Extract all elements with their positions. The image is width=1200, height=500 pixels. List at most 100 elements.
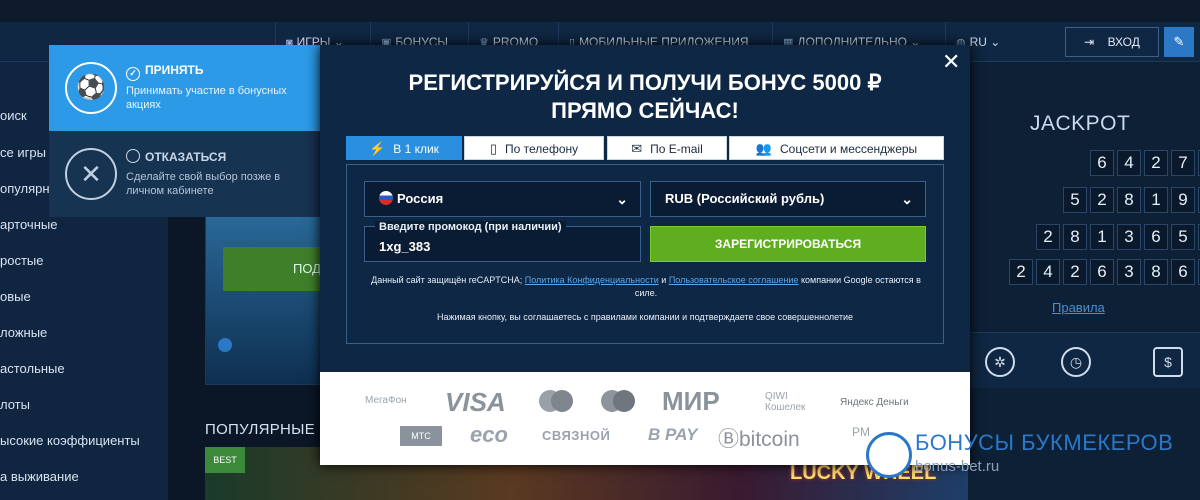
- register-button[interactable]: ЗАРЕГИСТРИРОВАТЬСЯ: [650, 226, 926, 262]
- phone-icon: ▯: [489, 141, 498, 156]
- russia-flag-icon: [379, 191, 393, 205]
- watermark-brand: БОНУСЫ БУКМЕКЕРОВ: [915, 430, 1174, 455]
- promo-code-input[interactable]: Введите промокод (при наличии) 1xg_383: [364, 221, 641, 262]
- modal-title: РЕГИСТРИРУЙСЯ И ПОЛУЧИ БОНУС 5000 ₽ ПРЯМ…: [408, 70, 882, 123]
- jackpot-digit: 2: [1144, 150, 1168, 176]
- recaptcha-notice: Данный сайт защищён reCAPTCHA; Политика …: [371, 275, 921, 298]
- jackpot-digit: 2: [1036, 224, 1060, 250]
- registration-tabs: ⚡ В 1 клик ▯ По телефону ✉ По E-mail 👥 Соцсе…: [346, 136, 944, 160]
- jackpot-digit: 2: [1009, 259, 1033, 285]
- tab-phone[interactable]: ▯ По телефону: [464, 136, 604, 160]
- sidebar-item-complex[interactable]: ложные: [0, 325, 168, 340]
- slider-button[interactable]: ПОД: [223, 247, 323, 291]
- login-button[interactable]: ⇥ ВХОД: [1065, 27, 1159, 57]
- lightning-icon: ⚡: [369, 141, 386, 156]
- best-badge: BEST: [205, 447, 245, 473]
- user-money-icon[interactable]: $: [1153, 347, 1183, 377]
- registration-form: Россия ⌄ RUB (Российский рубль) ⌄ Введит…: [346, 164, 944, 344]
- watermark-url: bonus-bet.ru: [915, 458, 1000, 475]
- jackpot-digit: 6: [1144, 224, 1168, 250]
- bonus-consent-panel: ⚽ ✓ ПРИНЯТЬ Принимать участие в бонусных …: [49, 45, 320, 217]
- sidebar-item-high-odds[interactable]: ысокие коэффициенты: [0, 433, 168, 448]
- soccer-ball-watermark-icon: [866, 432, 912, 478]
- close-icon[interactable]: ✕: [942, 51, 960, 73]
- jackpot-row: 2813652: [1036, 224, 1200, 250]
- jackpot-digit: 5: [1063, 187, 1087, 213]
- edit-icon: ✎: [1173, 34, 1185, 49]
- promo-slider: ПОД: [205, 210, 325, 385]
- jackpot-digit: 3: [1117, 224, 1141, 250]
- jackpot-row: 528193: [1063, 187, 1200, 213]
- ecopayz-logo: eco: [470, 422, 508, 447]
- maestro-logo: [600, 389, 636, 418]
- slider-dot[interactable]: [218, 338, 232, 352]
- yandex-money-logo: Яндекс Деньги: [840, 397, 909, 408]
- jackpot-digit: 2: [1063, 259, 1087, 285]
- sidebar-item-survival[interactable]: а выживание: [0, 469, 168, 484]
- users-icon: 👥: [755, 141, 773, 156]
- jackpot-digit: 1: [1090, 224, 1114, 250]
- jackpot-digit: 9: [1171, 187, 1195, 213]
- jackpot-digit: 8: [1117, 187, 1141, 213]
- roulette-icon[interactable]: ✲: [985, 347, 1015, 377]
- tab-social[interactable]: 👥 Соцсети и мессенджеры: [729, 136, 944, 160]
- sidebar-item-new[interactable]: овые: [0, 289, 168, 304]
- agreement-notice: Нажимая кнопку, вы соглашаетесь с правил…: [436, 312, 854, 322]
- envelope-icon: ✉: [631, 141, 643, 156]
- decline-title: ОТКАЗАТЬСЯ: [145, 150, 227, 164]
- jackpot-digit: 1: [1144, 187, 1168, 213]
- check-circle-icon: ✓: [126, 67, 140, 81]
- jackpot-row: 64272: [1090, 150, 1200, 176]
- register-icon-button[interactable]: ✎: [1164, 27, 1194, 57]
- jackpot-digit: 8: [1144, 259, 1168, 285]
- chevron-down-icon: ⌄: [616, 191, 628, 207]
- promo-code-value: 1xg_383: [379, 239, 431, 254]
- clock-icon[interactable]: ◷: [1061, 347, 1091, 377]
- jackpot-digit: 5: [1171, 224, 1195, 250]
- sidebar-item-simple[interactable]: ростые: [0, 253, 168, 268]
- sidebar-item-card[interactable]: арточные: [0, 217, 168, 232]
- svyaznoy-logo: СВЯЗНОЙ: [542, 428, 611, 443]
- megafon-logo: МегаФон: [365, 395, 407, 406]
- accept-bonus-option[interactable]: ⚽ ✓ ПРИНЯТЬ Принимать участие в бонусных …: [49, 45, 320, 131]
- bpay-logo: B PAY: [648, 425, 698, 444]
- close-circle-icon: ✕: [65, 148, 117, 200]
- chevron-down-icon: ⌄: [901, 191, 913, 207]
- jackpot-digit: 7: [1171, 150, 1195, 176]
- tab-one-click[interactable]: ⚡ В 1 клик: [346, 136, 462, 160]
- promo-code-label: Введите промокод (при наличии): [375, 221, 566, 233]
- visa-logo: VISA: [445, 387, 506, 417]
- mts-logo: МТС: [400, 426, 442, 446]
- terms-link[interactable]: Пользовательское соглашение: [669, 275, 799, 285]
- quick-icons: ✲ ◷ $: [968, 332, 1200, 388]
- privacy-policy-link[interactable]: Политика Конфиденциальности: [525, 275, 659, 285]
- jackpot-digit: 2: [1090, 187, 1114, 213]
- decline-description: Сделайте свой выбор позже в личном кабин…: [126, 171, 281, 197]
- tab-email[interactable]: ✉ По E-mail: [607, 136, 727, 160]
- country-select[interactable]: Россия ⌄: [364, 181, 641, 217]
- sidebar-item-table[interactable]: астольные: [0, 361, 168, 376]
- jackpot-digit: 4: [1117, 150, 1141, 176]
- sidebar-item-slots[interactable]: лоты: [0, 397, 168, 412]
- popular-heading: ПОПУЛЯРНЫЕ: [205, 421, 316, 438]
- accept-description: Принимать участие в бонусных акциях: [126, 85, 287, 111]
- jackpot-digit: 6: [1090, 150, 1114, 176]
- decline-bonus-option[interactable]: ✕ ОТКАЗАТЬСЯ Сделайте свой выбор позже в…: [49, 131, 320, 217]
- login-icon: ⇥: [1084, 35, 1095, 49]
- mir-logo: МИР: [662, 386, 720, 416]
- jackpot-digit: 3: [1117, 259, 1141, 285]
- registration-modal: РЕГИСТРИРУЙСЯ И ПОЛУЧИ БОНУС 5000 ₽ ПРЯМ…: [320, 45, 970, 465]
- jackpot-digit: 8: [1063, 224, 1087, 250]
- bitcoin-logo: Ⓑbitcoin: [718, 428, 800, 451]
- rules-link[interactable]: Правила: [1052, 300, 1105, 315]
- jackpot-digit: 6: [1171, 259, 1195, 285]
- radio-circle-icon: [126, 149, 140, 163]
- currency-select[interactable]: RUB (Российский рубль) ⌄: [650, 181, 926, 217]
- jackpot-title: JACKPOT: [1030, 112, 1131, 135]
- accept-title: ПРИНЯТЬ: [145, 63, 204, 77]
- perfect-money-logo: PM: [852, 425, 870, 439]
- jackpot-row: 24263865: [1009, 259, 1200, 285]
- qiwi-logo: QIWI Кошелек: [765, 391, 806, 413]
- jackpot-digit: 4: [1036, 259, 1060, 285]
- soccer-ball-icon: ⚽: [65, 62, 117, 114]
